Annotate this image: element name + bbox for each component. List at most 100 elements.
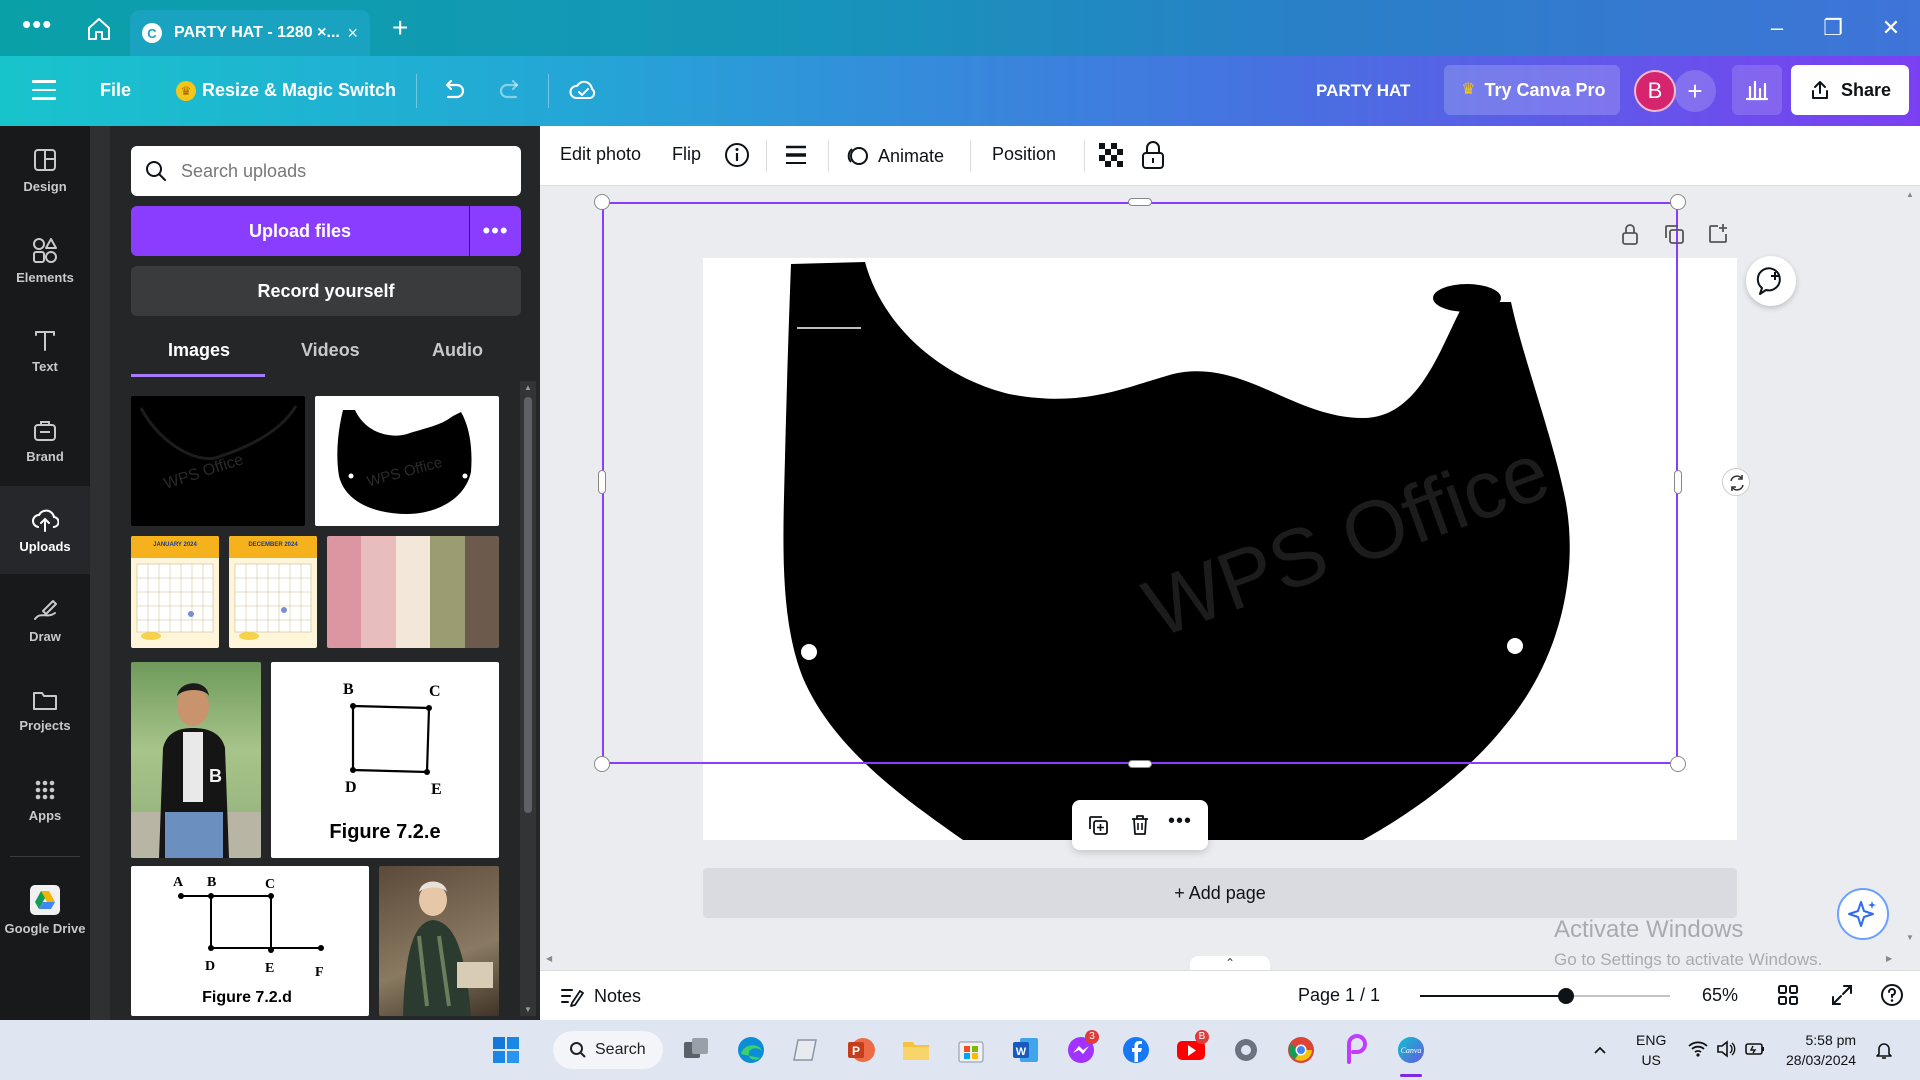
upload-thumbnail[interactable] — [327, 536, 499, 648]
minimize-button[interactable]: – — [1762, 14, 1792, 42]
word-icon[interactable]: W — [1010, 1034, 1042, 1066]
restore-button[interactable]: ❐ — [1818, 14, 1848, 42]
more-options-icon[interactable]: ••• — [1168, 810, 1192, 833]
upload-files-button[interactable]: Upload files — [131, 206, 469, 256]
redo-icon[interactable] — [496, 76, 526, 106]
selection-box[interactable] — [602, 202, 1678, 764]
cloud-saved-icon[interactable] — [568, 76, 598, 106]
page-indicator[interactable]: Page 1 / 1 — [1298, 985, 1380, 1006]
hamburger-menu-icon[interactable] — [32, 80, 56, 100]
add-collaborator-button[interactable]: + — [1674, 70, 1716, 112]
resize-handle[interactable] — [1670, 194, 1686, 210]
upload-thumbnail[interactable]: DECEMBER 2024 — [229, 536, 317, 648]
volume-icon[interactable] — [1716, 1040, 1736, 1058]
app-icon[interactable] — [790, 1034, 822, 1066]
resize-handle[interactable] — [1674, 470, 1682, 494]
upload-thumbnail[interactable]: WPS Office — [131, 396, 305, 526]
picsart-icon[interactable] — [1340, 1034, 1372, 1066]
rail-item-apps[interactable]: Apps — [0, 756, 90, 844]
file-explorer-icon[interactable] — [900, 1034, 932, 1066]
scroll-left-icon[interactable]: ◀ — [546, 954, 552, 963]
zoom-slider[interactable] — [1420, 988, 1670, 1004]
lock-icon[interactable] — [1140, 140, 1166, 170]
wifi-icon[interactable] — [1688, 1040, 1708, 1058]
zoom-slider-knob[interactable] — [1558, 988, 1574, 1004]
canva-app-icon[interactable]: Canva — [1395, 1034, 1427, 1066]
upload-thumbnail[interactable]: WPS Office — [315, 396, 499, 526]
scrollbar-thumb[interactable] — [524, 397, 532, 813]
border-style-icon[interactable] — [784, 144, 808, 166]
new-tab-button[interactable]: + — [392, 14, 408, 42]
battery-icon[interactable] — [1744, 1040, 1766, 1058]
info-icon[interactable] — [724, 142, 750, 168]
try-canva-pro-button[interactable]: ♛ Try Canva Pro — [1444, 65, 1620, 115]
add-page-button[interactable]: + Add page — [703, 868, 1737, 918]
scroll-right-icon[interactable]: ▶ — [1886, 954, 1892, 963]
transparency-icon[interactable] — [1098, 142, 1124, 168]
task-view-icon[interactable] — [680, 1034, 712, 1066]
zoom-percentage[interactable]: 65% — [1702, 985, 1738, 1006]
magic-assistant-button[interactable] — [1837, 888, 1889, 940]
notification-bell-icon[interactable] — [1874, 1040, 1894, 1060]
resize-handle[interactable] — [1670, 756, 1686, 772]
undo-icon[interactable] — [438, 76, 468, 106]
animate-button[interactable]: Animate — [846, 144, 944, 168]
rail-item-design[interactable]: Design — [0, 126, 90, 214]
rotate-button[interactable] — [1722, 468, 1750, 496]
settings-gear-icon[interactable] — [1230, 1034, 1262, 1066]
fullscreen-icon[interactable] — [1830, 983, 1854, 1007]
system-clock[interactable]: 5:58 pm 28/03/2024 — [1786, 1030, 1856, 1070]
tab-close-icon[interactable]: × — [347, 23, 358, 44]
edit-photo-button[interactable]: Edit photo — [560, 144, 641, 165]
scroll-up-icon[interactable]: ▲ — [1906, 190, 1914, 199]
tab-images[interactable]: Images — [168, 340, 230, 361]
canvas-scrollbar[interactable]: ▲ ▼ — [1900, 186, 1920, 946]
rail-item-elements[interactable]: Elements — [0, 216, 90, 304]
resize-handle[interactable] — [1128, 760, 1152, 768]
resize-handle[interactable] — [594, 756, 610, 772]
window-close-button[interactable]: ✕ — [1876, 14, 1906, 42]
flip-button[interactable]: Flip — [672, 144, 701, 165]
record-yourself-button[interactable]: Record yourself — [131, 266, 521, 316]
chevron-up-icon[interactable] — [1592, 1042, 1608, 1058]
scroll-down-icon[interactable]: ▼ — [524, 1005, 532, 1014]
rail-item-google-drive[interactable]: Google Drive — [0, 866, 90, 954]
browser-tab[interactable]: C PARTY HAT - 1280 ×... × — [130, 10, 370, 56]
taskbar-search[interactable]: Search — [553, 1031, 663, 1069]
scroll-up-icon[interactable]: ▲ — [524, 383, 532, 392]
search-box[interactable] — [131, 146, 521, 196]
tab-videos[interactable]: Videos — [301, 340, 360, 361]
resize-magic-switch-button[interactable]: ♛ Resize & Magic Switch — [176, 80, 396, 101]
language-indicator[interactable]: ENG US — [1636, 1030, 1666, 1070]
rail-item-uploads[interactable]: Uploads — [0, 486, 90, 574]
microsoft-store-icon[interactable] — [955, 1034, 987, 1066]
upload-thumbnail[interactable]: A B C D E F Figure 7.2.d — [131, 866, 369, 1016]
search-input[interactable] — [181, 160, 501, 182]
facebook-icon[interactable] — [1120, 1034, 1152, 1066]
resize-handle[interactable] — [594, 194, 610, 210]
rail-item-projects[interactable]: Projects — [0, 666, 90, 754]
chrome-icon[interactable] — [1285, 1034, 1317, 1066]
upload-more-options-button[interactable]: ••• — [470, 206, 521, 256]
add-page-icon[interactable] — [1706, 222, 1730, 246]
rail-item-brand[interactable]: Brand — [0, 396, 90, 484]
add-comment-button[interactable] — [1746, 256, 1796, 306]
scroll-down-icon[interactable]: ▼ — [1906, 933, 1914, 942]
resize-handle[interactable] — [598, 470, 606, 494]
help-icon[interactable] — [1880, 983, 1904, 1007]
home-icon[interactable] — [86, 16, 112, 42]
position-button[interactable]: Position — [992, 144, 1056, 165]
grid-view-icon[interactable] — [1776, 983, 1800, 1007]
rail-item-draw[interactable]: Draw — [0, 576, 90, 664]
resize-handle[interactable] — [1128, 198, 1152, 206]
duplicate-icon[interactable] — [1086, 813, 1110, 837]
windows-start-icon[interactable] — [490, 1034, 522, 1066]
avatar[interactable]: B — [1634, 70, 1676, 112]
powerpoint-icon[interactable]: P — [845, 1034, 877, 1066]
duplicate-page-icon[interactable] — [1662, 222, 1686, 246]
upload-thumbnail[interactable] — [379, 866, 499, 1016]
panel-scrollbar[interactable]: ▲ ▼ — [520, 381, 536, 1016]
trash-icon[interactable] — [1128, 813, 1152, 837]
share-button[interactable]: Share — [1791, 65, 1909, 115]
file-menu-button[interactable]: File — [100, 80, 131, 101]
